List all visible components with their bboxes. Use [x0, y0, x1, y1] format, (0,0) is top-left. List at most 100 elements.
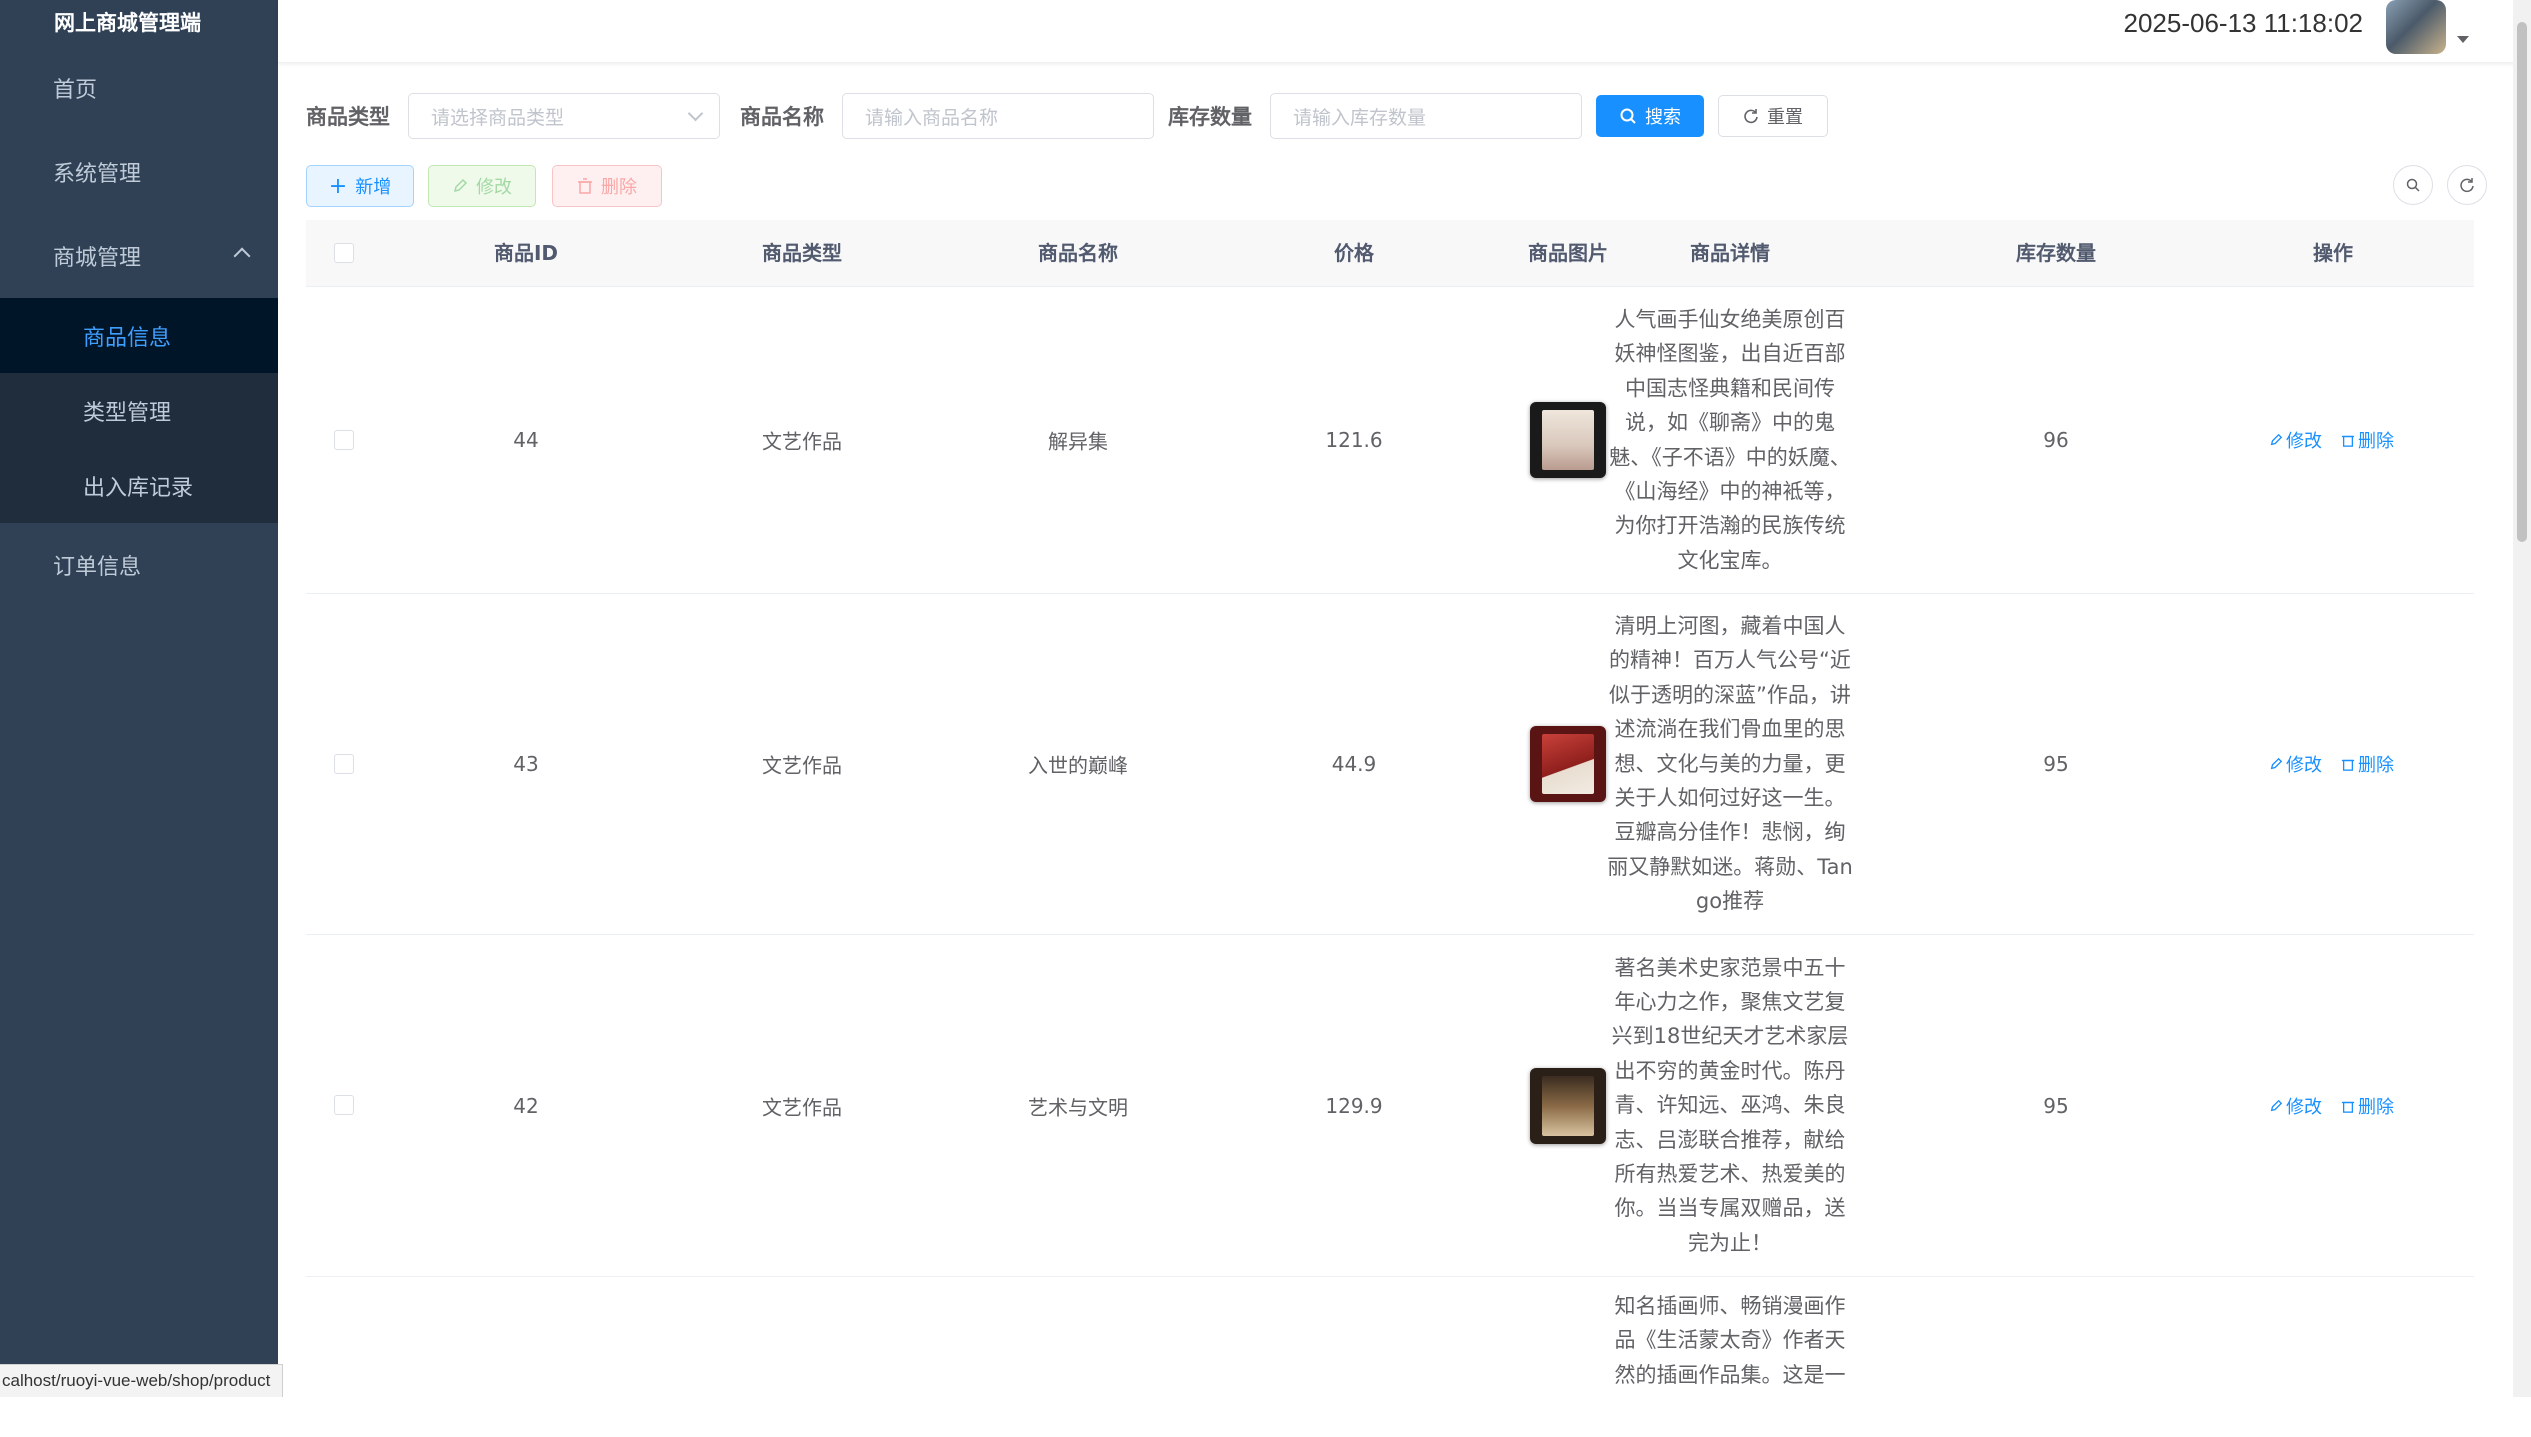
- name-input[interactable]: 请输入商品名称: [842, 93, 1154, 139]
- cell-detail: 著名美术史家范景中五十年心力之作，聚焦文艺复兴到18世纪天才艺术家层出不穷的黄金…: [1611, 955, 1849, 1255]
- avatar[interactable]: [2386, 0, 2446, 54]
- row-delete-button[interactable]: 删除: [2341, 427, 2394, 453]
- search-icon: [1620, 108, 1636, 124]
- submenu-item-label: 出入库记录: [83, 475, 194, 501]
- menu-item-system[interactable]: 系统管理: [0, 130, 278, 214]
- edit-icon: [2270, 757, 2283, 770]
- add-button[interactable]: + 新增: [306, 165, 414, 207]
- cell-type: 文艺作品: [762, 753, 842, 778]
- submenu-item-stock-record[interactable]: 出入库记录: [0, 448, 278, 523]
- header-type: 商品类型: [762, 241, 842, 265]
- browser-status-url: calhost/ruoyi-vue-web/shop/product: [0, 1364, 284, 1397]
- sidebar-title: 网上商城管理端: [54, 11, 201, 35]
- row-delete-label: 删除: [2358, 755, 2394, 776]
- toggle-search-button[interactable]: [2393, 165, 2433, 205]
- reset-button-label: 重置: [1767, 107, 1803, 128]
- menu-item-home[interactable]: 首页: [0, 46, 278, 130]
- chevron-up-icon: [233, 247, 251, 265]
- row-checkbox[interactable]: [334, 430, 354, 450]
- submenu-shop: 商品信息 类型管理 出入库记录: [0, 298, 278, 523]
- header-detail: 商品详情: [1690, 241, 1770, 265]
- edit-button[interactable]: 修改: [428, 165, 536, 207]
- delete-button[interactable]: 删除: [552, 165, 662, 207]
- submenu-item-label: 商品信息: [83, 325, 172, 351]
- cell-detail: 知名插画师、畅销漫画作品《生活蒙太奇》作者天然的插画作品集。这是一: [1614, 1294, 1846, 1387]
- cell-stock: 95: [2043, 1093, 2069, 1118]
- navbar: 2025-06-13 11:18:02: [278, 0, 2531, 63]
- scrollbar-thumb[interactable]: [2517, 22, 2527, 542]
- cell-stock: 96: [2043, 428, 2069, 452]
- page-scrollbar[interactable]: [2513, 0, 2531, 1397]
- cell-detail: 清明上河图，藏着中国人的精神！百万人气公号“近似于透明的深蓝”作品，讲述流淌在我…: [1607, 614, 1853, 914]
- header-actions: 操作: [2313, 241, 2353, 265]
- cell-name: 入世的巅峰: [1028, 753, 1128, 778]
- search-form: 商品类型 请选择商品类型 商品名称 请输入商品名称 库存数量 请输入库存数量 搜…: [306, 92, 1828, 140]
- submenu-item-product-info[interactable]: 商品信息: [0, 298, 278, 373]
- type-label: 商品类型: [306, 105, 390, 129]
- cell-type: 文艺作品: [762, 429, 842, 454]
- product-image[interactable]: [1530, 402, 1606, 478]
- cell-id: 44: [513, 428, 539, 452]
- cell-name: 解异集: [1048, 429, 1108, 454]
- trash-icon: [2341, 759, 2355, 771]
- select-all-checkbox[interactable]: [334, 243, 354, 263]
- table-row: 44 文艺作品 解异集 121.6 人气画手仙女绝美原创百妖神怪图鉴，出自近百部…: [306, 287, 2474, 594]
- search-icon: [2406, 178, 2420, 192]
- submenu-item-type-manage[interactable]: 类型管理: [0, 373, 278, 448]
- row-delete-label: 删除: [2358, 431, 2394, 452]
- row-edit-label: 修改: [2286, 1096, 2322, 1118]
- menu-item-label: 商城管理: [53, 246, 142, 271]
- row-checkbox[interactable]: [334, 1095, 354, 1115]
- trash-icon: [2341, 1101, 2355, 1113]
- edit-button-label: 修改: [476, 177, 512, 198]
- row-edit-label: 修改: [2286, 755, 2322, 776]
- table-toolbar: + 新增 修改 删除: [306, 165, 2503, 209]
- add-button-label: 新增: [355, 177, 392, 198]
- edit-icon: [453, 178, 468, 193]
- menu-item-shop[interactable]: 商城管理: [0, 214, 278, 298]
- search-button[interactable]: 搜索: [1596, 95, 1704, 137]
- header-name: 商品名称: [1038, 241, 1118, 265]
- product-image[interactable]: [1530, 726, 1606, 802]
- header-id: 商品ID: [493, 241, 559, 265]
- name-placeholder: 请输入商品名称: [865, 106, 999, 129]
- table-header: 商品ID 商品类型 商品名称 价格 商品图片 商品详情 库存数量 操作: [306, 220, 2474, 287]
- table-row: 42 文艺作品 艺术与文明 129.9 著名美术史家范景中五十年心力之作，聚焦文…: [306, 935, 2474, 1277]
- datetime: 2025-06-13 11:18:02: [2123, 8, 2364, 38]
- menu-item-label: 系统管理: [53, 162, 142, 187]
- row-edit-button[interactable]: 修改: [2269, 427, 2322, 453]
- menu-item-label: 订单信息: [53, 555, 142, 580]
- name-label: 商品名称: [740, 105, 824, 129]
- cell-id: 43: [513, 752, 539, 776]
- header-price: 价格: [1334, 241, 1374, 265]
- header-image: 商品图片: [1528, 241, 1608, 265]
- stock-placeholder: 请输入库存数量: [1293, 106, 1427, 129]
- cell-detail: 人气画手仙女绝美原创百妖神怪图鉴，出自近百部中国志怪典籍和民间传说，如《聊斋》中…: [1609, 307, 1851, 573]
- trash-icon: [2341, 435, 2355, 447]
- row-checkbox[interactable]: [334, 754, 354, 774]
- type-select[interactable]: 请选择商品类型: [408, 93, 720, 139]
- row-delete-button[interactable]: 删除: [2341, 751, 2394, 777]
- cell-stock: 95: [2043, 752, 2069, 776]
- submenu-item-label: 类型管理: [83, 400, 172, 426]
- plus-icon: +: [328, 173, 348, 199]
- cell-name: 艺术与文明: [1028, 1095, 1128, 1119]
- caret-down-icon[interactable]: [2457, 36, 2469, 43]
- row-delete-label: 删除: [2358, 1096, 2394, 1118]
- cell-id: 42: [513, 1093, 539, 1118]
- product-image[interactable]: [1530, 1067, 1606, 1144]
- menu-item-orders[interactable]: 订单信息: [0, 523, 278, 607]
- type-placeholder: 请选择商品类型: [431, 106, 565, 129]
- edit-icon: [2270, 1099, 2283, 1111]
- table-row: 知名插画师、畅销漫画作品《生活蒙太奇》作者天然的插画作品集。这是一: [306, 1277, 2474, 1437]
- cell-price: 121.6: [1325, 428, 1383, 452]
- row-edit-label: 修改: [2286, 431, 2322, 452]
- row-edit-button[interactable]: 修改: [2269, 1093, 2322, 1119]
- refresh-icon: [2460, 178, 2474, 193]
- stock-input[interactable]: 请输入库存数量: [1270, 93, 1582, 139]
- trash-icon: [578, 178, 592, 194]
- row-edit-button[interactable]: 修改: [2269, 751, 2322, 777]
- refresh-table-button[interactable]: [2447, 165, 2487, 205]
- reset-button[interactable]: 重置: [1718, 95, 1828, 137]
- row-delete-button[interactable]: 删除: [2341, 1093, 2394, 1119]
